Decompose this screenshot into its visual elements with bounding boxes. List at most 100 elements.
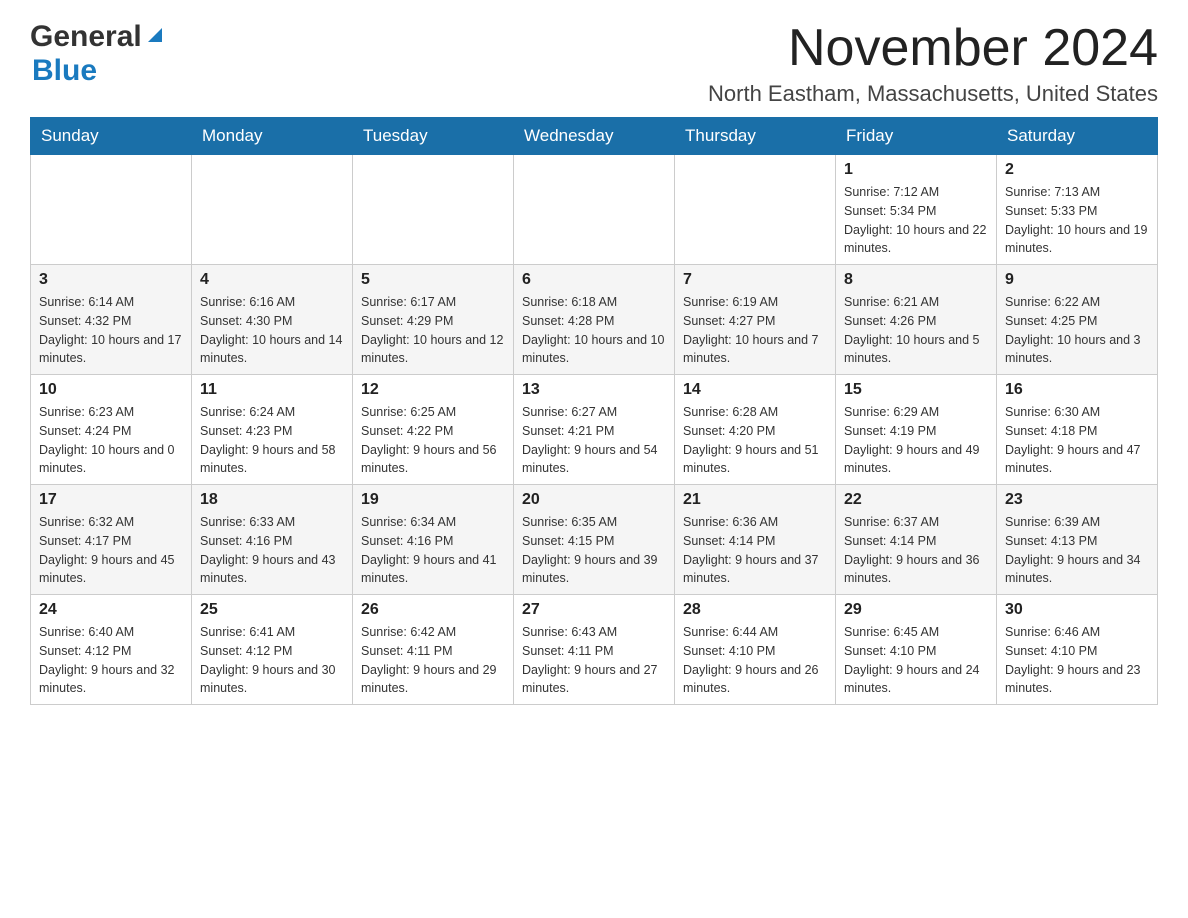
day-number: 9	[1005, 271, 1149, 289]
day-number: 7	[683, 271, 827, 289]
calendar-cell: 12 Sunrise: 6:25 AMSunset: 4:22 PMDayligh…	[353, 375, 514, 485]
day-number: 13	[522, 381, 666, 399]
day-number: 2	[1005, 161, 1149, 179]
calendar-week-row: 17 Sunrise: 6:32 AMSunset: 4:17 PMDayligh…	[31, 485, 1158, 595]
calendar-cell: 6 Sunrise: 6:18 AMSunset: 4:28 PMDaylight…	[514, 265, 675, 375]
calendar-dow-friday: Friday	[836, 118, 997, 155]
day-number: 12	[361, 381, 505, 399]
day-number: 16	[1005, 381, 1149, 399]
calendar-cell	[514, 155, 675, 265]
calendar-cell: 24 Sunrise: 6:40 AMSunset: 4:12 PMDayligh…	[31, 595, 192, 705]
calendar-cell: 9Sunrise: 6:22 AMSunset: 4:25 PMDaylight…	[997, 265, 1158, 375]
day-number: 28	[683, 601, 827, 619]
day-info: Sunrise: 6:14 AMSunset: 4:32 PMDaylight:…	[39, 293, 183, 368]
calendar-cell: 19 Sunrise: 6:34 AMSunset: 4:16 PMDayligh…	[353, 485, 514, 595]
day-number: 18	[200, 491, 344, 509]
day-number: 4	[200, 271, 344, 289]
calendar-cell: 16 Sunrise: 6:30 AMSunset: 4:18 PMDayligh…	[997, 375, 1158, 485]
day-number: 1	[844, 161, 988, 179]
calendar-cell: 15Sunrise: 6:29 AMSunset: 4:19 PMDayligh…	[836, 375, 997, 485]
calendar-dow-thursday: Thursday	[675, 118, 836, 155]
day-info: Sunrise: 6:23 AMSunset: 4:24 PMDaylight:…	[39, 403, 183, 478]
calendar-week-row: 24 Sunrise: 6:40 AMSunset: 4:12 PMDayligh…	[31, 595, 1158, 705]
day-info: Sunrise: 6:39 AMSunset: 4:13 PMDaylight:…	[1005, 513, 1149, 588]
calendar-cell: 30 Sunrise: 6:46 AMSunset: 4:10 PMDayligh…	[997, 595, 1158, 705]
calendar-cell: 8Sunrise: 6:21 AMSunset: 4:26 PMDaylight…	[836, 265, 997, 375]
calendar-cell	[192, 155, 353, 265]
calendar-dow-wednesday: Wednesday	[514, 118, 675, 155]
calendar-cell: 25Sunrise: 6:41 AMSunset: 4:12 PMDayligh…	[192, 595, 353, 705]
day-info: Sunrise: 6:28 AMSunset: 4:20 PMDaylight:…	[683, 403, 827, 478]
calendar-cell	[675, 155, 836, 265]
day-number: 19	[361, 491, 505, 509]
calendar-cell: 10 Sunrise: 6:23 AMSunset: 4:24 PMDayligh…	[31, 375, 192, 485]
calendar-dow-tuesday: Tuesday	[353, 118, 514, 155]
day-info: Sunrise: 6:34 AMSunset: 4:16 PMDaylight:…	[361, 513, 505, 588]
day-number: 20	[522, 491, 666, 509]
calendar-cell: 7 Sunrise: 6:19 AMSunset: 4:27 PMDaylight…	[675, 265, 836, 375]
day-number: 5	[361, 271, 505, 289]
day-info: Sunrise: 6:27 AMSunset: 4:21 PMDaylight:…	[522, 403, 666, 478]
calendar-cell: 26Sunrise: 6:42 AMSunset: 4:11 PMDayligh…	[353, 595, 514, 705]
location-title: North Eastham, Massachusetts, United Sta…	[708, 81, 1158, 107]
day-info: Sunrise: 6:25 AMSunset: 4:22 PMDaylight:…	[361, 403, 505, 478]
calendar-cell	[353, 155, 514, 265]
calendar-cell: 5 Sunrise: 6:17 AMSunset: 4:29 PMDaylight…	[353, 265, 514, 375]
day-info: Sunrise: 6:33 AMSunset: 4:16 PMDaylight:…	[200, 513, 344, 588]
calendar-cell: 1 Sunrise: 7:12 AMSunset: 5:34 PMDaylight…	[836, 155, 997, 265]
day-number: 17	[39, 491, 183, 509]
logo-blue: Blue	[32, 54, 97, 87]
calendar-cell: 29Sunrise: 6:45 AMSunset: 4:10 PMDayligh…	[836, 595, 997, 705]
day-info: Sunrise: 6:29 AMSunset: 4:19 PMDaylight:…	[844, 403, 988, 478]
day-number: 22	[844, 491, 988, 509]
calendar-cell: 22 Sunrise: 6:37 AMSunset: 4:14 PMDayligh…	[836, 485, 997, 595]
day-info: Sunrise: 6:19 AMSunset: 4:27 PMDaylight:…	[683, 293, 827, 368]
day-info: Sunrise: 6:43 AMSunset: 4:11 PMDaylight:…	[522, 623, 666, 698]
calendar-cell: 13 Sunrise: 6:27 AMSunset: 4:21 PMDayligh…	[514, 375, 675, 485]
logo-general: General	[30, 20, 142, 54]
day-info: Sunrise: 6:45 AMSunset: 4:10 PMDaylight:…	[844, 623, 988, 698]
day-number: 23	[1005, 491, 1149, 509]
day-info: Sunrise: 6:32 AMSunset: 4:17 PMDaylight:…	[39, 513, 183, 588]
day-number: 11	[200, 381, 344, 399]
calendar-cell: 20 Sunrise: 6:35 AMSunset: 4:15 PMDayligh…	[514, 485, 675, 595]
day-info: Sunrise: 6:41 AMSunset: 4:12 PMDaylight:…	[200, 623, 344, 698]
calendar-table: SundayMondayTuesdayWednesdayThursdayFrid…	[30, 117, 1158, 705]
day-info: Sunrise: 6:40 AMSunset: 4:12 PMDaylight:…	[39, 623, 183, 698]
day-info: Sunrise: 6:18 AMSunset: 4:28 PMDaylight:…	[522, 293, 666, 368]
calendar-cell: 21Sunrise: 6:36 AMSunset: 4:14 PMDayligh…	[675, 485, 836, 595]
day-info: Sunrise: 6:35 AMSunset: 4:15 PMDaylight:…	[522, 513, 666, 588]
calendar-header-row: SundayMondayTuesdayWednesdayThursdayFrid…	[31, 118, 1158, 155]
day-number: 10	[39, 381, 183, 399]
calendar-week-row: 3 Sunrise: 6:14 AMSunset: 4:32 PMDaylight…	[31, 265, 1158, 375]
day-number: 30	[1005, 601, 1149, 619]
day-number: 3	[39, 271, 183, 289]
calendar-dow-monday: Monday	[192, 118, 353, 155]
day-number: 24	[39, 601, 183, 619]
day-info: Sunrise: 6:17 AMSunset: 4:29 PMDaylight:…	[361, 293, 505, 368]
logo-triangle-icon	[144, 24, 166, 46]
calendar-cell: 4 Sunrise: 6:16 AMSunset: 4:30 PMDaylight…	[192, 265, 353, 375]
day-number: 14	[683, 381, 827, 399]
calendar-cell: 28 Sunrise: 6:44 AMSunset: 4:10 PMDayligh…	[675, 595, 836, 705]
day-info: Sunrise: 6:16 AMSunset: 4:30 PMDaylight:…	[200, 293, 344, 368]
day-info: Sunrise: 6:30 AMSunset: 4:18 PMDaylight:…	[1005, 403, 1149, 478]
logo: General Blue	[30, 20, 166, 88]
day-number: 27	[522, 601, 666, 619]
calendar-cell: 11 Sunrise: 6:24 AMSunset: 4:23 PMDayligh…	[192, 375, 353, 485]
calendar-cell: 23 Sunrise: 6:39 AMSunset: 4:13 PMDayligh…	[997, 485, 1158, 595]
day-info: Sunrise: 6:46 AMSunset: 4:10 PMDaylight:…	[1005, 623, 1149, 698]
day-info: Sunrise: 7:12 AMSunset: 5:34 PMDaylight:…	[844, 183, 988, 258]
day-number: 8	[844, 271, 988, 289]
month-title: November 2024	[708, 20, 1158, 77]
day-info: Sunrise: 6:44 AMSunset: 4:10 PMDaylight:…	[683, 623, 827, 698]
day-number: 6	[522, 271, 666, 289]
day-info: Sunrise: 6:24 AMSunset: 4:23 PMDaylight:…	[200, 403, 344, 478]
title-block: November 2024 North Eastham, Massachuset…	[708, 20, 1158, 107]
calendar-cell: 3 Sunrise: 6:14 AMSunset: 4:32 PMDaylight…	[31, 265, 192, 375]
calendar-dow-sunday: Sunday	[31, 118, 192, 155]
calendar-week-row: 1 Sunrise: 7:12 AMSunset: 5:34 PMDaylight…	[31, 155, 1158, 265]
day-info: Sunrise: 6:37 AMSunset: 4:14 PMDaylight:…	[844, 513, 988, 588]
day-number: 26	[361, 601, 505, 619]
day-number: 21	[683, 491, 827, 509]
